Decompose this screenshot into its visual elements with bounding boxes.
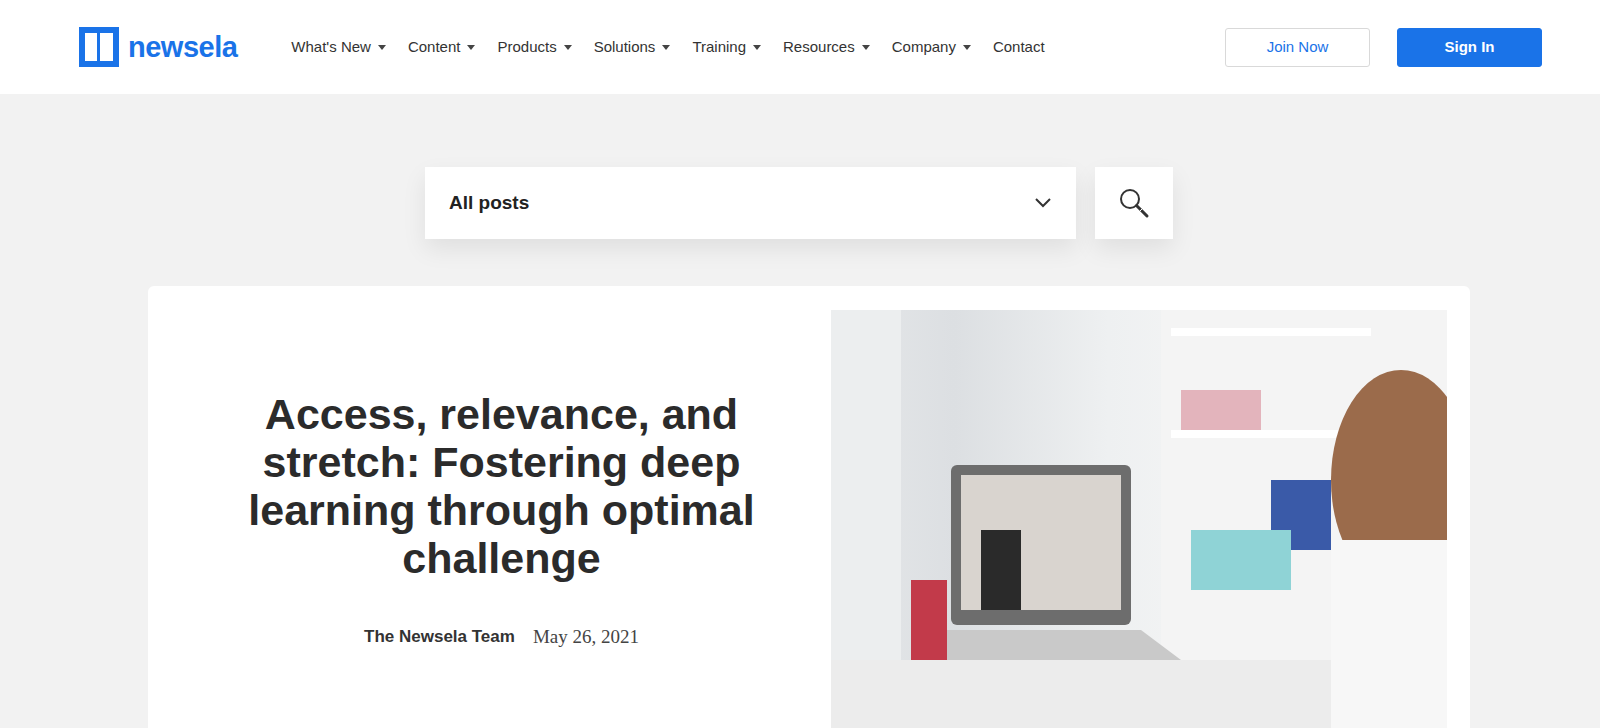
- newsela-logo-icon: [78, 26, 120, 68]
- post-text: Access, relevance, and stretch: Fosterin…: [172, 310, 831, 728]
- caret-icon[interactable]: [378, 45, 386, 50]
- sign-in-button[interactable]: Sign In: [1397, 28, 1542, 67]
- nav-item[interactable]: Resources: [783, 36, 870, 59]
- category-select[interactable]: All posts: [425, 167, 1076, 239]
- nav-item[interactable]: Products: [497, 36, 571, 59]
- select-value[interactable]: All posts: [449, 189, 529, 218]
- caret-icon[interactable]: [662, 45, 670, 50]
- nav-label[interactable]: Company: [892, 36, 956, 59]
- site-header: newsela What's New Content Products Solution…: [0, 0, 1600, 94]
- post-author: The Newsela Team: [364, 624, 515, 650]
- nav-item[interactable]: Content: [408, 36, 476, 59]
- caret-icon[interactable]: [564, 45, 572, 50]
- caret-icon[interactable]: [467, 45, 475, 50]
- caret-icon[interactable]: [963, 45, 971, 50]
- nav-item[interactable]: Contact: [993, 36, 1045, 59]
- post-title[interactable]: Access, relevance, and stretch: Fosterin…: [222, 390, 782, 583]
- logo-text[interactable]: newsela: [128, 33, 237, 62]
- logo[interactable]: newsela: [78, 26, 237, 68]
- search-button[interactable]: [1095, 167, 1173, 239]
- chevron-down-icon: [1034, 197, 1052, 209]
- filter-bar: All posts: [0, 94, 1600, 239]
- nav-item[interactable]: Training: [692, 36, 761, 59]
- post-meta: The Newsela Team May 26, 2021: [364, 623, 639, 652]
- caret-icon[interactable]: [862, 45, 870, 50]
- magnifier-icon: [1117, 186, 1151, 220]
- join-now-button[interactable]: Join Now: [1225, 28, 1370, 67]
- nav-label[interactable]: Content: [408, 36, 461, 59]
- nav-label[interactable]: What's New: [291, 36, 371, 59]
- nav-item[interactable]: Company: [892, 36, 971, 59]
- post-date: May 26, 2021: [533, 623, 639, 652]
- nav-label[interactable]: Training: [692, 36, 746, 59]
- caret-icon[interactable]: [753, 45, 761, 50]
- student-laptop-photo-icon: [831, 310, 1447, 728]
- featured-post[interactable]: Access, relevance, and stretch: Fosterin…: [148, 286, 1470, 728]
- nav-label[interactable]: Products: [497, 36, 556, 59]
- nav-label[interactable]: Contact: [993, 36, 1045, 59]
- nav-label[interactable]: Solutions: [594, 36, 656, 59]
- nav-item[interactable]: What's New: [291, 36, 386, 59]
- nav-label[interactable]: Resources: [783, 36, 855, 59]
- post-photo: [831, 310, 1447, 728]
- auth-buttons: Join Now Sign In: [1225, 28, 1542, 67]
- main-nav: What's New Content Products Solutions Traini…: [291, 36, 1044, 59]
- nav-item[interactable]: Solutions: [594, 36, 671, 59]
